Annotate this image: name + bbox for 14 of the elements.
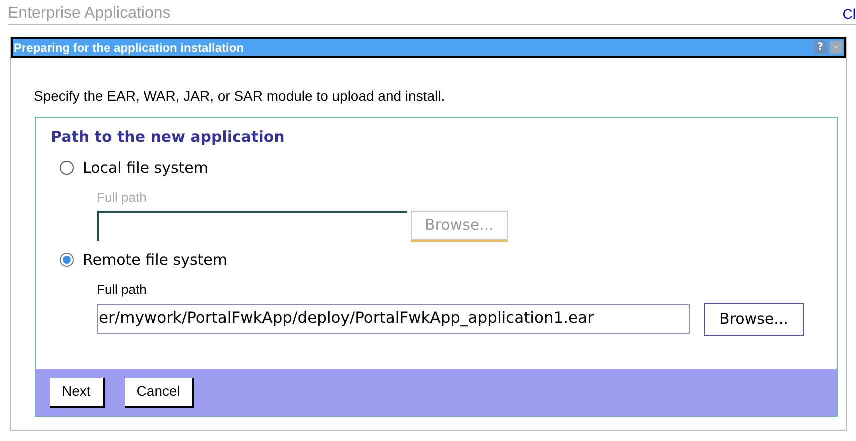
browse-button[interactable]: Browse...	[704, 302, 804, 336]
link[interactable]: Cl	[842, 4, 856, 24]
field-label: Full path	[97, 189, 148, 207]
radio-button[interactable]	[60, 252, 74, 267]
radio-label: Local file system	[83, 158, 208, 178]
page-title: Enterprise Applications	[8, 4, 171, 24]
next-button[interactable]: Next	[50, 378, 105, 408]
panel-title: Preparing for the application installation	[14, 42, 244, 54]
radio-label: Remote file system	[83, 250, 228, 270]
path-input[interactable]: er/mywork/PortalFwkApp/deploy/PortalFwkApp_application1.ear	[97, 304, 690, 334]
cancel-button[interactable]: Cancel	[124, 378, 194, 408]
instruction-text: Specify the EAR, WAR, JAR, or SAR module to upload and install.	[34, 87, 446, 106]
section-title: Path to the new application	[51, 127, 286, 148]
field-label: Full path	[97, 281, 148, 299]
